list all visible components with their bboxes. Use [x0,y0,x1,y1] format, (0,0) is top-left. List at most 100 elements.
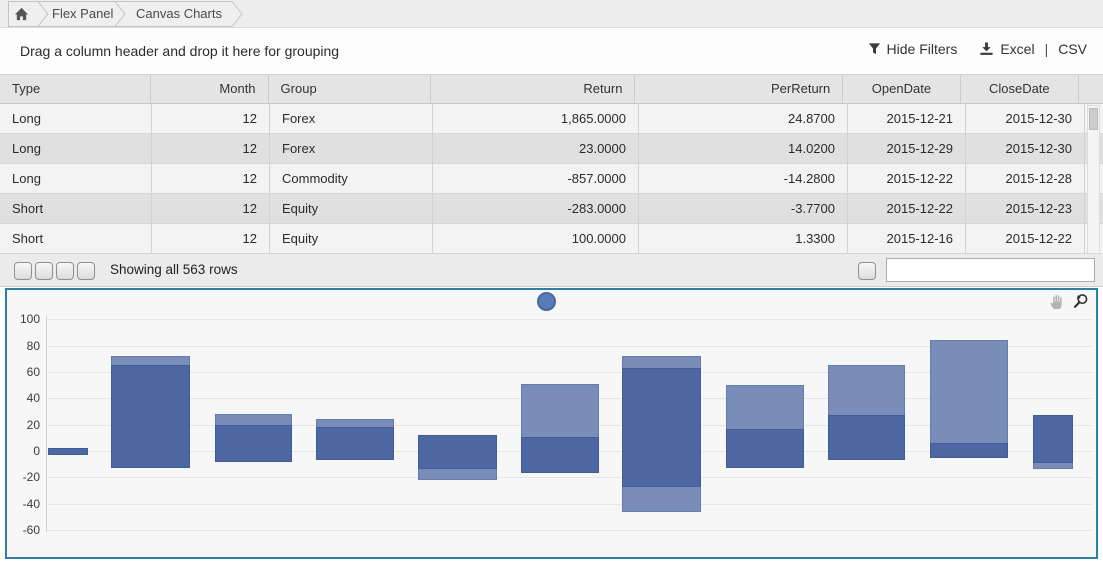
candlestick-body[interactable] [111,365,190,468]
table-row[interactable]: Short12Equity-283.0000-3.77002015-12-222… [0,194,1103,224]
table-cell[interactable]: 100.0000 [433,224,639,253]
table-cell[interactable]: 12 [152,134,270,163]
table-cell[interactable]: 12 [152,104,270,133]
zoom-reset-icon[interactable] [1071,292,1090,311]
candlestick-body[interactable] [316,427,394,460]
table-cell[interactable]: Forex [270,104,433,133]
table-cell[interactable]: 12 [152,224,270,253]
breadcrumb-item-canvas-charts[interactable]: Canvas Charts [136,0,222,28]
table-row[interactable]: Short12Equity100.00001.33002015-12-16201… [0,224,1103,254]
candlestick-body[interactable] [1033,415,1073,462]
table-cell[interactable]: Long [0,104,152,133]
table-cell[interactable]: 2015-12-23 [966,194,1085,223]
plot-area[interactable]: 100806040200-20-40-60 [7,290,1096,557]
column-header-return[interactable]: Return [431,75,636,103]
table-cell[interactable]: 2015-12-22 [848,164,966,193]
table-cell[interactable]: 12 [152,194,270,223]
filter-input[interactable] [886,258,1095,282]
breadcrumb-home[interactable] [14,7,29,26]
table-row[interactable]: Long12Forex1,865.000024.87002015-12-2120… [0,104,1103,134]
y-axis-tick-label: -60 [7,523,40,537]
candlestick-body[interactable] [521,437,599,474]
hide-filters-label: Hide Filters [887,41,958,57]
table-cell[interactable]: 2015-12-29 [848,134,966,163]
table-cell[interactable]: 2015-12-30 [966,134,1085,163]
table-cell[interactable]: -3.7700 [639,194,848,223]
grid-body: Long12Forex1,865.000024.87002015-12-2120… [0,104,1103,254]
pager-button-4[interactable] [77,262,95,280]
candlestick-body[interactable] [418,435,497,469]
column-header-opendate[interactable]: OpenDate [843,75,960,103]
vertical-scrollbar[interactable] [1087,105,1100,254]
table-cell[interactable]: Equity [270,194,433,223]
data-grid: TypeMonthGroupReturnPerReturnOpenDateClo… [0,74,1103,254]
scrollbar-thumb[interactable] [1089,108,1098,130]
row-count-summary: Showing all 563 rows [110,262,238,277]
grid-header-row: TypeMonthGroupReturnPerReturnOpenDateClo… [0,74,1103,104]
table-cell[interactable]: 23.0000 [433,134,639,163]
table-cell[interactable]: 14.0200 [639,134,848,163]
pager-button-2[interactable] [35,262,53,280]
filter-checkbox[interactable] [858,262,876,280]
table-cell[interactable]: Forex [270,134,433,163]
table-cell[interactable]: Commodity [270,164,433,193]
y-axis-tick-label: 40 [7,391,40,405]
y-axis-tick-label: 100 [7,312,40,326]
candlestick-body[interactable] [828,415,905,460]
hide-filters-button[interactable]: Hide Filters [868,41,958,57]
y-axis-tick-label: 60 [7,365,40,379]
candlestick-range[interactable] [930,340,1008,457]
status-bar: Showing all 563 rows [0,254,1103,287]
y-axis-tick-label: 80 [7,339,40,353]
export-csv-link[interactable]: CSV [1058,41,1087,57]
table-cell[interactable]: 1,865.0000 [433,104,639,133]
table-cell[interactable]: 2015-12-16 [848,224,966,253]
table-cell[interactable]: Short [0,194,152,223]
breadcrumb: Flex Panel Canvas Charts [0,0,1103,28]
table-cell[interactable]: Long [0,164,152,193]
table-cell[interactable]: -857.0000 [433,164,639,193]
table-cell[interactable]: 2015-12-21 [848,104,966,133]
table-cell[interactable]: Equity [270,224,433,253]
table-row[interactable]: Long12Forex23.000014.02002015-12-292015-… [0,134,1103,164]
chart-tools [1048,292,1090,311]
header-scrollbar-corner [1079,75,1103,103]
table-row[interactable]: Long12Commodity-857.0000-14.28002015-12-… [0,164,1103,194]
candlestick-body[interactable] [48,448,88,455]
breadcrumb-item-flex-panel[interactable]: Flex Panel [52,0,113,28]
column-header-closedate[interactable]: CloseDate [961,75,1079,103]
table-cell[interactable]: 2015-12-28 [966,164,1085,193]
candlestick-body[interactable] [622,368,701,486]
pager-button-1[interactable] [14,262,32,280]
candlestick-body[interactable] [215,425,292,462]
column-header-group[interactable]: Group [269,75,431,103]
y-axis-tick-label: 20 [7,418,40,432]
table-cell[interactable]: 24.8700 [639,104,848,133]
table-cell[interactable]: 2015-12-22 [966,224,1085,253]
candlestick-body[interactable] [726,429,804,468]
export-excel-link[interactable]: Excel [1000,41,1034,57]
table-cell[interactable]: 12 [152,164,270,193]
candlestick-body[interactable] [930,443,1008,457]
app-root: Flex Panel Canvas Charts Drag a column h… [0,0,1103,562]
gridline [46,319,1092,320]
export-links: Excel | CSV [979,41,1087,57]
table-cell[interactable]: 1.3300 [639,224,848,253]
table-cell[interactable]: Long [0,134,152,163]
table-cell[interactable]: 2015-12-30 [966,104,1085,133]
column-header-type[interactable]: Type [0,75,151,103]
gridline [46,504,1092,505]
export-separator: | [1045,41,1049,57]
column-header-perreturn[interactable]: PerReturn [635,75,843,103]
grouping-drop-zone[interactable]: Drag a column header and drop it here fo… [0,29,1103,74]
table-cell[interactable]: Short [0,224,152,253]
download-icon [979,42,994,56]
table-cell[interactable]: -283.0000 [433,194,639,223]
pan-handle[interactable] [537,292,556,311]
pan-hand-icon[interactable] [1048,293,1065,311]
table-cell[interactable]: 2015-12-22 [848,194,966,223]
filter-funnel-icon [868,43,881,55]
column-header-month[interactable]: Month [151,75,268,103]
pager-button-3[interactable] [56,262,74,280]
table-cell[interactable]: -14.2800 [639,164,848,193]
